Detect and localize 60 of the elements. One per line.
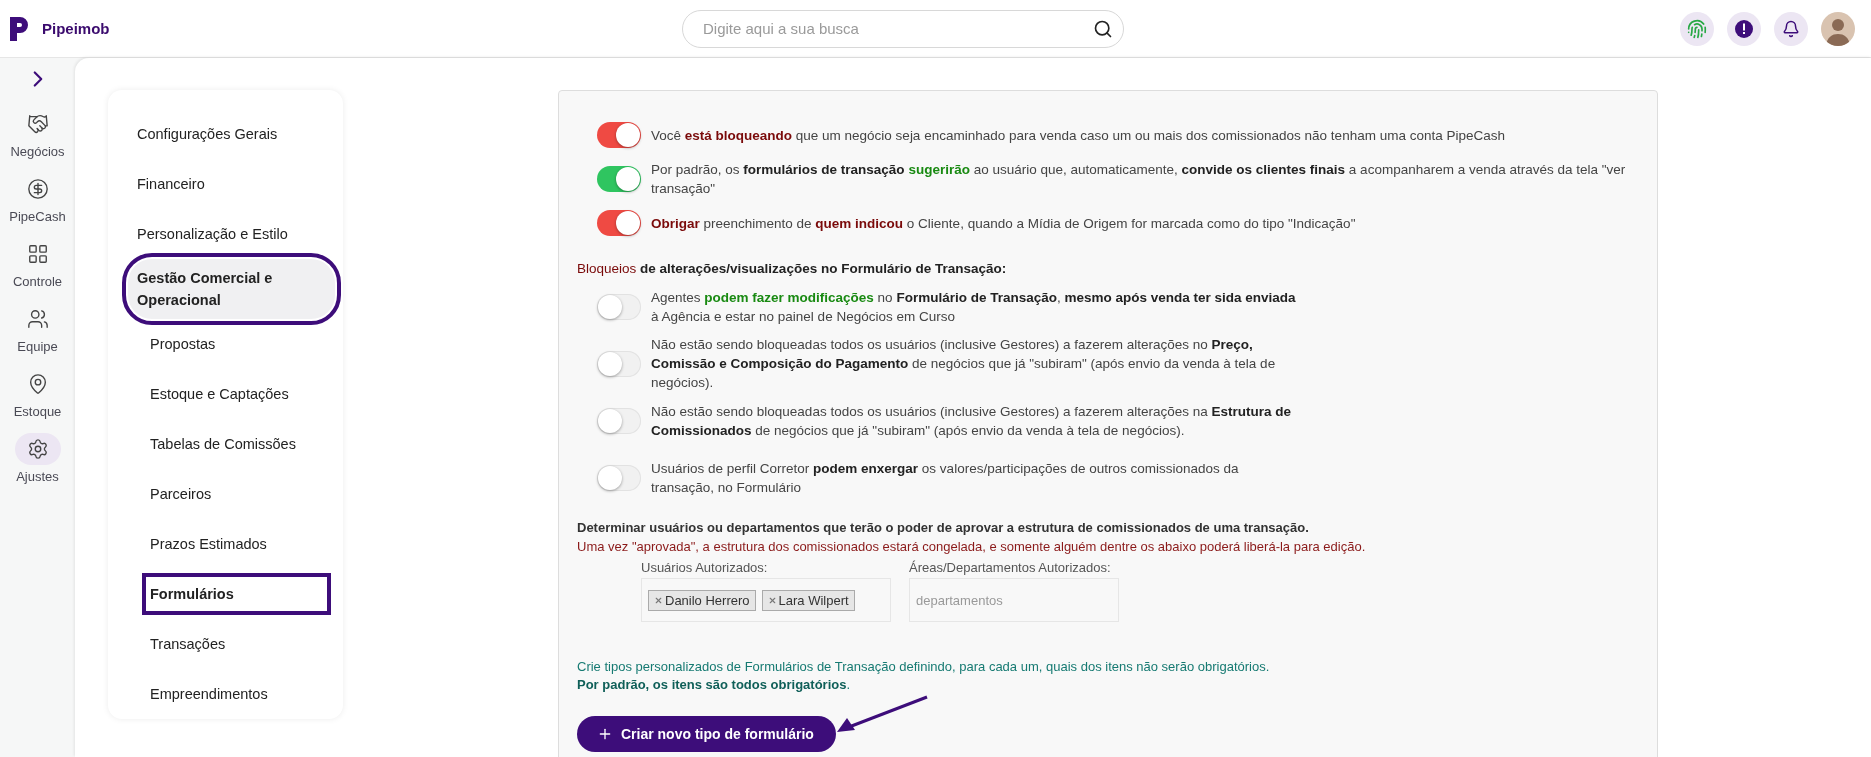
toggle-switch[interactable] (597, 293, 641, 320)
setting-text: Não estão sendo bloqueadas todos os usuários (inclusive Gestores) a fazerem alterações na Estrutura de Comissionados de negócios que já "subiram" (após envio da venda à tela de negócios). (651, 402, 1293, 440)
fingerprint-icon (1687, 18, 1707, 39)
toggle-switch[interactable] (597, 122, 641, 148)
settings-menu-item[interactable]: Configurações Gerais (128, 109, 335, 159)
settings-menu-item[interactable]: Formulários (138, 569, 335, 619)
settings-menu-item[interactable]: Propostas (128, 319, 335, 369)
setting-text: Agentes podem fazer modificações no Formulário de Transação, mesmo após venda ter sida enviada à Agência e estar no painel de Negócios em Curso (651, 288, 1297, 326)
settings-menu-item[interactable]: Prazos Estimados (128, 519, 335, 569)
settings-menu-item[interactable]: Financeiro (128, 159, 335, 209)
settings-menu-item[interactable]: Transações (128, 619, 335, 669)
notifications-button[interactable] (1774, 11, 1808, 46)
forms-info: Crie tipos personalizados de Formulários de Transação definindo, para cada um, quais dos itens não serão obrigatórios. Por padrão, os itens são todos obrigatórios. (577, 658, 1271, 694)
brand-name: Pipeimob (42, 20, 111, 37)
plus-icon (597, 726, 613, 742)
toggle-switch[interactable] (597, 464, 641, 491)
setting-text: Você está bloqueando que um negócio seja encaminhado para venda caso um ou mais dos comissionados não tenham uma conta PipeCash (651, 126, 1505, 145)
logo-icon (8, 14, 30, 43)
setting-text: Usuários de perfil Corretor podem enxergar os valores/participações de outros comissionados da transação, no Formulário (651, 459, 1240, 497)
toggle-switch[interactable] (597, 407, 641, 434)
settings-menu-item[interactable]: Tabelas de Comissões (128, 419, 335, 469)
nav-item[interactable]: Ajustes (0, 433, 75, 484)
users-icon (26, 308, 49, 330)
remove-icon[interactable] (767, 595, 777, 605)
toggle-switch[interactable] (597, 210, 641, 236)
remove-icon[interactable] (654, 595, 663, 605)
approval-title: Determinar usuários ou departamentos que terão o poder de aprovar a estrutura de comissionados de uma transação. (577, 520, 1310, 535)
nav-item[interactable]: Equipe (0, 303, 75, 354)
nav-item[interactable]: Controle (0, 238, 75, 289)
user-chip[interactable]: Danilo Herrero (648, 589, 756, 611)
alert-button[interactable] (1727, 11, 1761, 46)
dollar-icon (26, 178, 49, 200)
fingerprint-button[interactable] (1680, 11, 1714, 46)
settings-menu-item[interactable]: Estoque e Captações (128, 369, 335, 419)
departments-field[interactable]: departamentos (909, 578, 1119, 622)
grid-icon (26, 243, 49, 265)
settings-icon (26, 438, 49, 460)
nav-item[interactable]: Negócios (0, 108, 75, 159)
settings-menu-item[interactable]: Personalização e Estilo (128, 209, 335, 259)
nav-item[interactable]: Estoque (0, 368, 75, 419)
setting-text: Por padrão, os formulários de transação sugerirão ao usuário que, automaticamente, convide os clientes finais a acompanharem a venda através da tela "ver transação" (651, 161, 1627, 198)
field-label: Usuários Autorizados: (641, 560, 769, 575)
settings-menu-item[interactable]: Empreendimentos (128, 669, 335, 719)
nav-item[interactable]: PipeCash (0, 173, 75, 224)
setting-text: Não estão sendo bloqueadas todos os usuários (inclusive Gestores) a fazerem alterações no Preço, Comissão e Composição do Pagamento de negócios que já "subiram" (após envio da venda à tela de negócios). (651, 336, 1277, 392)
toggle-switch[interactable] (597, 350, 641, 377)
alert-icon (1734, 18, 1754, 39)
setting-text: Obrigar preenchimento de quem indicou o Cliente, quando a Mídia de Origem for marcada como do tipo "Indicação" (651, 214, 1356, 233)
user-chip[interactable]: Lara Wilpert (761, 589, 855, 611)
bell-icon (1782, 19, 1800, 38)
search-icon[interactable] (1093, 18, 1113, 39)
handshake-icon (26, 113, 49, 135)
settings-menu-item[interactable]: Parceiros (128, 469, 335, 519)
approval-note: Uma vez "aprovada", a estrutura dos comissionados estará congelada, e somente alguém dentre os abaixo poderá liberá-la para edição. (577, 539, 1367, 554)
users-field[interactable]: Danilo Herrero Lara Wilpert (641, 578, 891, 622)
avatar[interactable] (1821, 11, 1855, 46)
toggle-switch[interactable] (597, 166, 641, 192)
section-title: Bloqueios de alterações/visualizações no Formulário de Transação: (577, 261, 1008, 276)
field-label: Áreas/Departamentos Autorizados: (909, 560, 1112, 575)
create-form-button[interactable]: Criar novo tipo de formulário (577, 716, 836, 752)
